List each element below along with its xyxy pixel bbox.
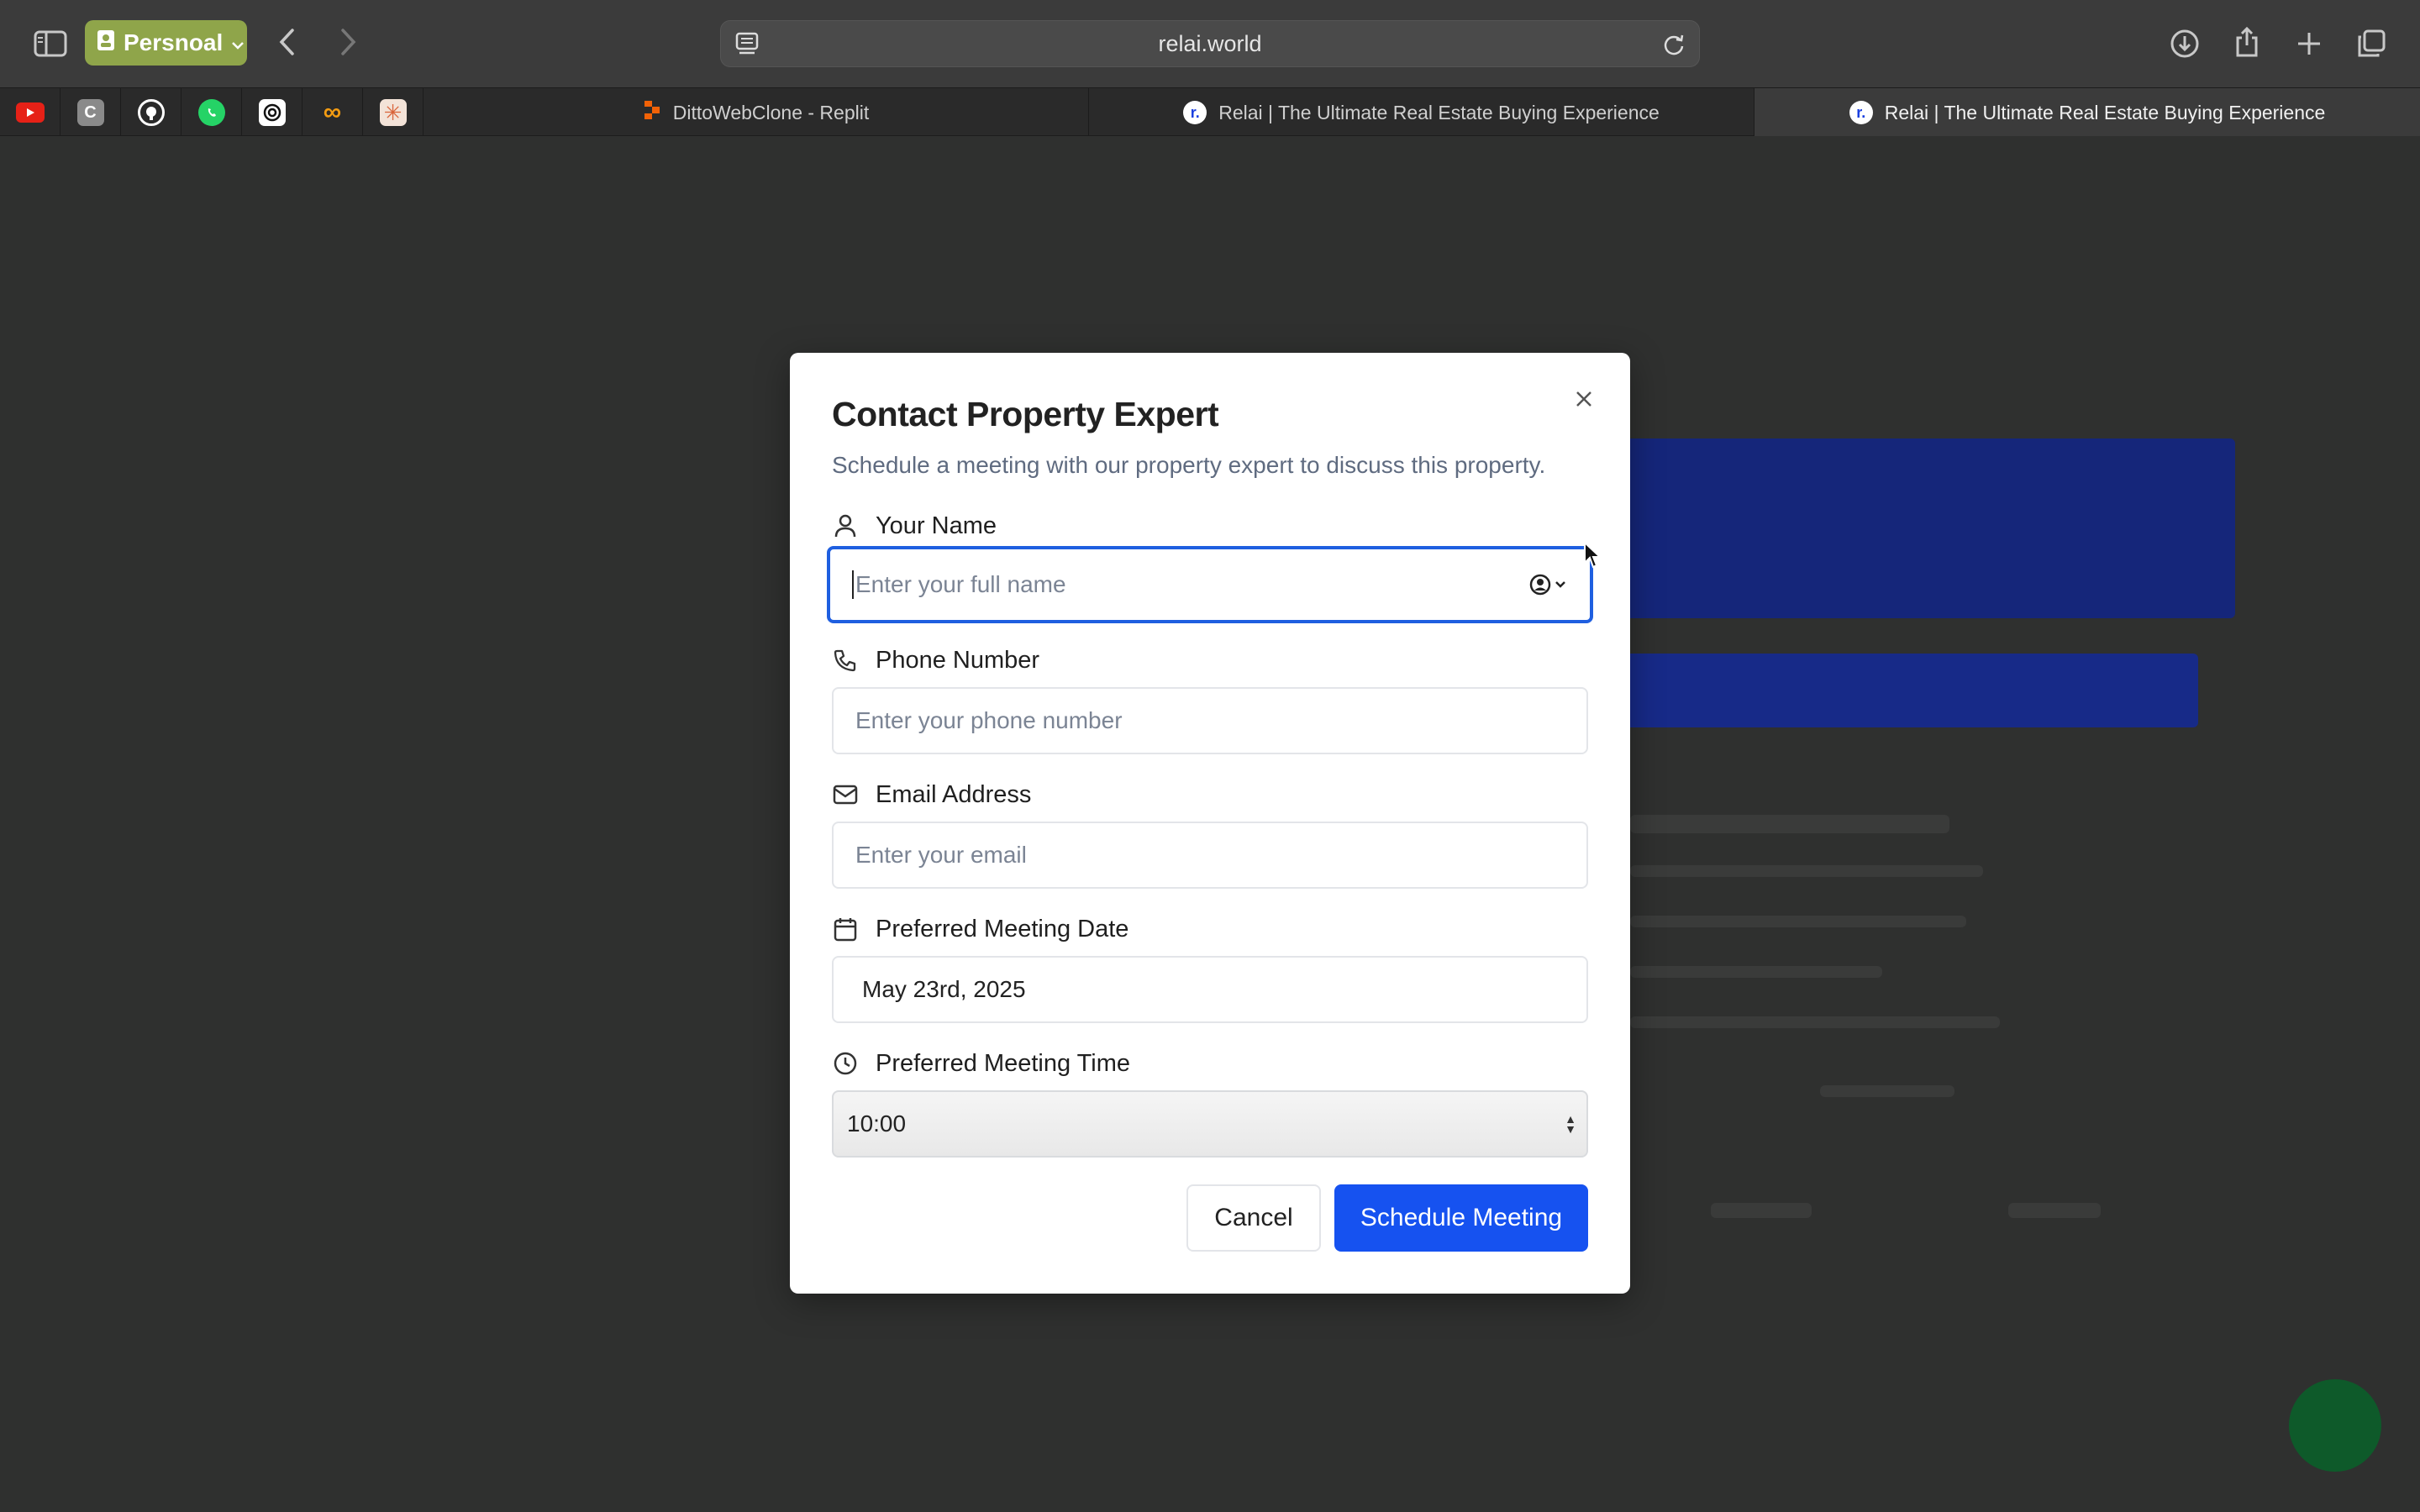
- background-benefit-line: [1630, 916, 1966, 927]
- openai-icon: [258, 99, 286, 126]
- background-benefit-line: [1630, 815, 1949, 833]
- close-icon[interactable]: [1563, 378, 1605, 420]
- page-settings-icon[interactable]: [734, 31, 761, 62]
- pinned-tab-claude[interactable]: ✳: [363, 88, 424, 137]
- pinned-tab-c[interactable]: C: [60, 88, 121, 137]
- chat-fab: [2289, 1379, 2381, 1472]
- phone-placeholder: Enter your phone number: [855, 707, 1123, 733]
- email-placeholder: Enter your email: [855, 842, 1027, 868]
- background-benefit-line: [1630, 1016, 2000, 1028]
- background-benefit-line: [1630, 865, 1983, 877]
- claude-icon: ✳: [379, 99, 407, 126]
- browser-toolbar: Persnoal relai.world: [0, 0, 2420, 87]
- background-share-line: [1711, 1203, 1812, 1218]
- date-value: May 23rd, 2025: [862, 976, 1026, 1002]
- pinned-tab-openai[interactable]: [242, 88, 302, 137]
- autofill-contact-icon[interactable]: [1529, 574, 1566, 596]
- pinned-tab-github[interactable]: [121, 88, 182, 137]
- time-label-text: Preferred Meeting Time: [876, 1049, 1131, 1077]
- user-icon: [832, 512, 859, 539]
- pinned-tab-whatsapp[interactable]: [182, 88, 242, 137]
- pinned-tab-youtube[interactable]: [0, 88, 60, 137]
- forward-icon[interactable]: [331, 24, 365, 60]
- background-contact-button: [1613, 654, 2198, 727]
- tab-strip: C ∞ ✳ DittoWebClone - Replit r. Relai | …: [0, 87, 2420, 137]
- github-icon: [137, 99, 165, 126]
- address-text: relai.world: [1158, 30, 1262, 56]
- relai-icon: r.: [1183, 101, 1207, 124]
- clock-icon: [832, 1050, 859, 1077]
- email-input[interactable]: Enter your email: [832, 822, 1588, 889]
- text-caret: [852, 570, 854, 599]
- relai-icon: r.: [1849, 101, 1873, 124]
- tab-relai-1[interactable]: r. Relai | The Ultimate Real Estate Buyi…: [1089, 88, 1754, 137]
- reload-icon[interactable]: [1662, 33, 1686, 62]
- replit-icon: [643, 99, 661, 126]
- whatsapp-icon: [197, 99, 225, 126]
- cancel-button[interactable]: Cancel: [1186, 1184, 1321, 1252]
- background-link-line: [1820, 1085, 1954, 1097]
- tab-dittowebclone[interactable]: DittoWebClone - Replit: [424, 88, 1089, 137]
- youtube-icon: [15, 102, 45, 123]
- address-bar[interactable]: relai.world: [720, 20, 1700, 67]
- share-icon[interactable]: [2228, 24, 2265, 60]
- tab-relai-2[interactable]: r. Relai | The Ultimate Real Estate Buyi…: [1754, 88, 2420, 137]
- email-label: Email Address: [832, 778, 1031, 811]
- phone-icon: [832, 647, 859, 674]
- date-picker-button[interactable]: May 23rd, 2025: [832, 956, 1588, 1023]
- infinity-icon: ∞: [323, 98, 342, 126]
- schedule-meeting-button[interactable]: Schedule Meeting: [1334, 1184, 1588, 1252]
- time-select[interactable]: 10:00 ▲ ▼: [832, 1090, 1588, 1158]
- modal-subtitle: Schedule a meeting with our property exp…: [832, 452, 1546, 478]
- name-placeholder: Enter your full name: [855, 571, 1066, 597]
- phone-label-text: Phone Number: [876, 646, 1040, 674]
- tab-title: DittoWebClone - Replit: [672, 101, 870, 123]
- name-label: Your Name: [832, 509, 997, 543]
- c-app-icon: C: [76, 99, 104, 126]
- new-tab-icon[interactable]: [2291, 25, 2328, 62]
- contact-expert-modal: Contact Property Expert Schedule a meeti…: [790, 353, 1630, 1294]
- name-label-text: Your Name: [876, 512, 997, 539]
- schedule-meeting-button-label: Schedule Meeting: [1360, 1204, 1563, 1231]
- name-input[interactable]: Enter your full name: [827, 546, 1593, 623]
- mail-icon: [832, 781, 859, 808]
- modal-title: Contact Property Expert: [832, 395, 1219, 433]
- tab-overview-icon[interactable]: [2353, 25, 2390, 62]
- date-label-text: Preferred Meeting Date: [876, 915, 1129, 942]
- date-label: Preferred Meeting Date: [832, 912, 1128, 946]
- time-label: Preferred Meeting Time: [832, 1047, 1130, 1080]
- profile-label: Persnoal: [124, 29, 224, 55]
- pinned-tab-infinity[interactable]: ∞: [302, 88, 363, 137]
- background-save-line: [2008, 1203, 2101, 1218]
- calendar-icon: [832, 916, 859, 942]
- downloads-icon[interactable]: [2166, 25, 2203, 62]
- background-price-card: [1613, 438, 2235, 618]
- back-icon[interactable]: [271, 24, 304, 60]
- email-label-text: Email Address: [876, 780, 1032, 808]
- tab-title: Relai | The Ultimate Real Estate Buying …: [1218, 101, 1660, 123]
- tab-title: Relai | The Ultimate Real Estate Buying …: [1884, 101, 2326, 123]
- phone-input[interactable]: Enter your phone number: [832, 687, 1588, 754]
- chevron-down-icon: [231, 29, 245, 56]
- mouse-cursor-icon: [1583, 540, 1602, 574]
- phone-label: Phone Number: [832, 643, 1039, 677]
- sidebar-toggle-icon[interactable]: [30, 25, 71, 62]
- select-arrows-icon: ▲ ▼: [1565, 1112, 1576, 1136]
- background-benefit-line: [1630, 966, 1882, 978]
- time-value: 10:00: [847, 1110, 907, 1137]
- cancel-button-label: Cancel: [1214, 1204, 1293, 1231]
- profile-switcher-button[interactable]: Persnoal: [85, 20, 247, 66]
- profile-icon: [97, 29, 115, 57]
